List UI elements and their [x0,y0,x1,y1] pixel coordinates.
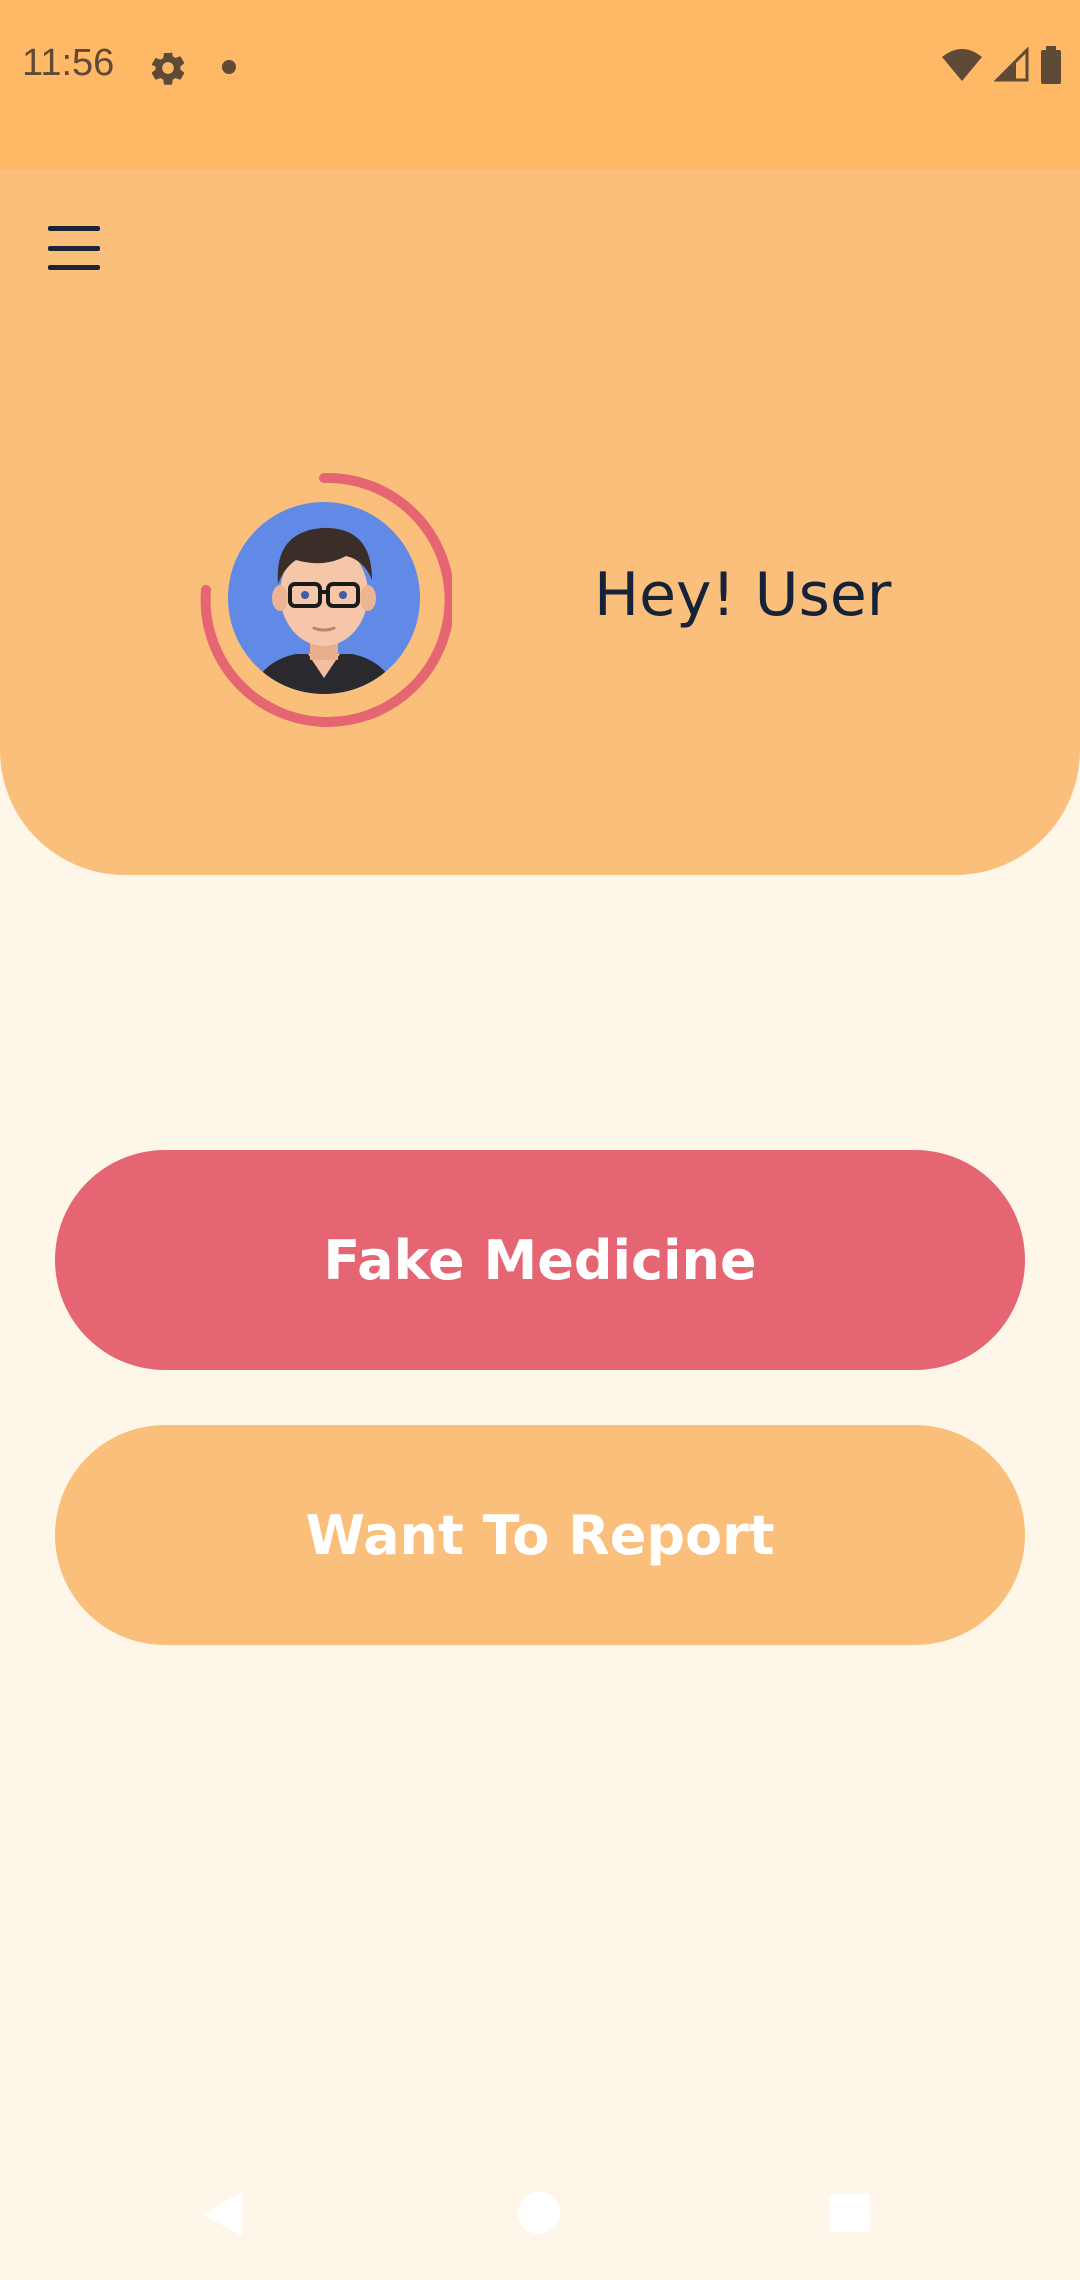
recent-apps-icon[interactable] [830,2194,870,2232]
menu-line [48,226,100,231]
profile-header [0,170,1080,875]
status-time: 11:56 [22,42,115,84]
fake-medicine-button[interactable]: Fake Medicine [55,1150,1025,1370]
notification-dot-icon [222,60,236,74]
menu-line [48,245,100,251]
want-to-report-button[interactable]: Want To Report [55,1425,1025,1645]
signal-icon [994,47,1029,82]
wifi-icon [942,49,982,81]
status-bar: 11:56 [0,0,1080,170]
battery-icon [1041,46,1061,84]
menu-line [48,265,100,270]
home-icon[interactable] [518,2192,560,2234]
status-icons [940,46,1062,84]
gear-icon [151,52,185,85]
greeting-text: Hey! User [594,560,892,630]
back-icon[interactable] [202,2192,242,2236]
hamburger-menu-icon[interactable] [48,222,104,274]
avatar-image [200,472,455,727]
user-avatar[interactable] [196,472,455,728]
